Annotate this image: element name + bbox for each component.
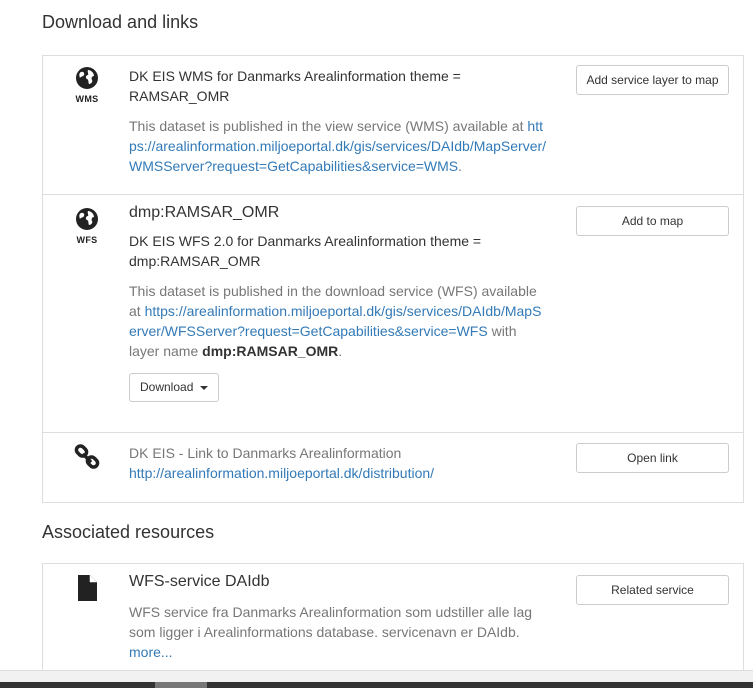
wfs-description: This dataset is published in the downloa… <box>129 281 549 361</box>
wms-content: DK EIS WMS for Danmarks Arealinformation… <box>129 66 549 176</box>
globe-icon <box>76 208 98 230</box>
wms-description-end: . <box>458 158 463 174</box>
wms-description: This dataset is published in the view se… <box>129 116 549 176</box>
wfs-label: WFS <box>76 235 98 245</box>
wms-icon-group: WMS <box>69 66 105 104</box>
add-to-map-button[interactable]: Add to map <box>576 206 729 236</box>
download-dropdown-button[interactable]: Download <box>129 373 219 402</box>
related-service-row: WFS-service DAIdb WFS service fra Danmar… <box>43 564 743 674</box>
associated-panel: WFS-service DAIdb WFS service fra Danmar… <box>42 563 744 673</box>
link-row: DK EIS - Link to Danmarks Arealinformati… <box>43 433 743 502</box>
download-section-title: Download and links <box>42 12 199 32</box>
related-service-description: WFS service fra Danmarks Arealinformatio… <box>129 604 533 640</box>
link-title: DK EIS - Link to Danmarks Arealinformati… <box>129 445 402 461</box>
open-link-button[interactable]: Open link <box>576 443 729 473</box>
wfs-title: DK EIS WFS 2.0 for Danmarks Arealinforma… <box>129 233 482 269</box>
wfs-name: dmp:RAMSAR_OMR <box>129 204 280 221</box>
associated-section-title: Associated resources <box>42 522 215 542</box>
wfs-description-end: . <box>338 343 343 359</box>
file-icon-group <box>69 574 105 605</box>
related-service-name: WFS-service DAIdb <box>129 573 270 590</box>
wfs-capabilities-link[interactable]: https://arealinformation.miljoeportal.dk… <box>129 303 541 339</box>
link-icon-group <box>69 444 105 475</box>
wfs-content: dmp:RAMSAR_OMR DK EIS WFS 2.0 for Danmar… <box>129 203 549 402</box>
wfs-icon-group: WFS <box>69 207 105 245</box>
related-service-content: WFS-service DAIdb WFS service fra Danmar… <box>129 572 549 662</box>
wms-row: WMS DK EIS WMS for Danmarks Arealinforma… <box>43 56 743 195</box>
globe-icon <box>76 67 98 89</box>
link-icon <box>74 444 100 469</box>
wms-label: WMS <box>75 94 99 104</box>
bottom-bar-segment <box>155 682 207 688</box>
wms-description-text: This dataset is published in the view se… <box>129 118 524 134</box>
related-service-button[interactable]: Related service <box>576 575 729 605</box>
wfs-layer-name: dmp:RAMSAR_OMR <box>202 343 339 359</box>
download-links-panel: WMS DK EIS WMS for Danmarks Arealinforma… <box>42 55 744 503</box>
caret-down-icon <box>199 385 208 390</box>
download-label: Download <box>140 380 194 394</box>
link-content: DK EIS - Link to Danmarks Arealinformati… <box>129 443 549 483</box>
more-link[interactable]: more... <box>129 644 173 660</box>
wms-title: DK EIS WMS for Danmarks Arealinformation… <box>129 68 461 104</box>
distribution-link[interactable]: http://arealinformation.miljoeportal.dk/… <box>129 465 434 481</box>
file-icon <box>78 575 97 601</box>
wfs-row: WFS dmp:RAMSAR_OMR DK EIS WFS 2.0 for Da… <box>43 195 743 433</box>
bottom-bar <box>0 682 753 688</box>
add-service-layer-button[interactable]: Add service layer to map <box>576 65 729 95</box>
